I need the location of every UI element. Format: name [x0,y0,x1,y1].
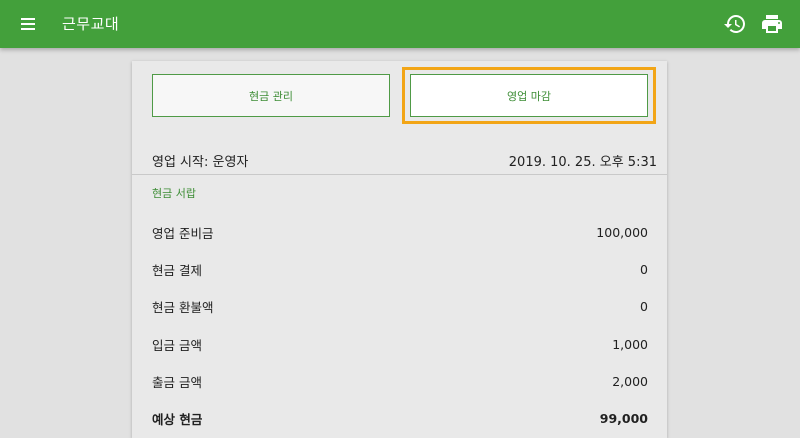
sales-start-datetime: 2019. 10. 25. 오후 5:31 [508,154,657,170]
close-sales-button[interactable]: 영업 마감 [410,74,648,117]
shift-card: 현금 관리 영업 마감 영업 시작: 운영자 2019. 10. 25. 오후 … [132,61,667,438]
opening-cash-row: 영업 준비금 100,000 [132,220,667,244]
history-icon[interactable] [723,12,747,36]
cash-refund-row: 현금 환불액 0 [132,294,667,318]
row-value: 100,000 [596,224,648,240]
deposit-row: 입금 금액 1,000 [132,332,667,356]
row-value: 2,000 [612,373,648,389]
expected-cash-row: 예상 현금 99,000 [132,406,667,430]
row-label: 예상 현금 [152,411,203,427]
row-value: 99,000 [599,410,648,426]
print-icon[interactable] [760,12,784,36]
row-value: 0 [640,261,648,277]
app-title: 근무교대 [62,15,120,33]
cash-management-button[interactable]: 현금 관리 [152,74,390,117]
withdrawal-row: 출금 금액 2,000 [132,369,667,393]
row-value: 1,000 [612,336,648,352]
sales-start-label: 영업 시작: 운영자 [152,154,249,170]
row-value: 0 [640,298,648,314]
sales-start-row: 영업 시작: 운영자 2019. 10. 25. 오후 5:31 [132,146,667,174]
divider [132,174,667,175]
app-bar: 근무교대 [0,0,800,48]
cash-drawer-title: 현금 서랍 [152,187,196,200]
row-label: 현금 환불액 [152,299,214,315]
cash-payment-row: 현금 결제 0 [132,257,667,281]
row-label: 영업 준비금 [152,225,214,241]
row-label: 현금 결제 [152,262,202,278]
row-label: 입금 금액 [152,337,202,353]
hamburger-menu-icon[interactable] [18,14,38,34]
row-label: 출금 금액 [152,374,202,390]
